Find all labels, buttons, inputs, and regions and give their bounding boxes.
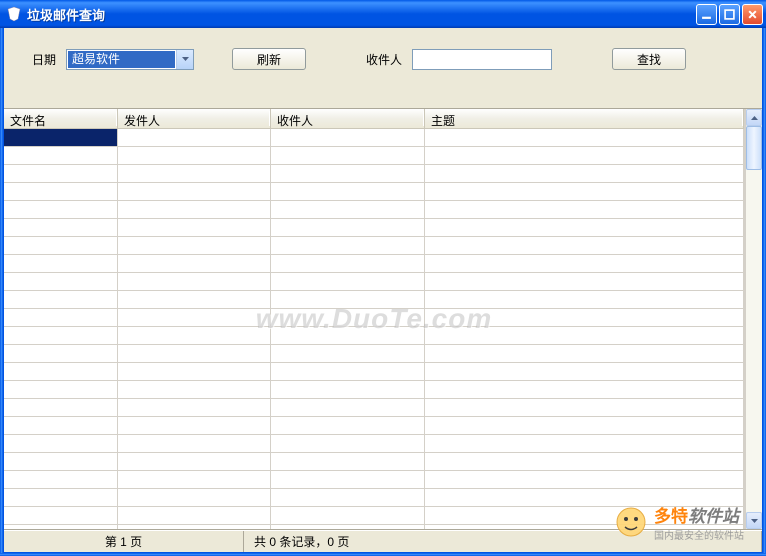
table-row[interactable] bbox=[4, 219, 744, 237]
table-row[interactable] bbox=[4, 453, 744, 471]
data-grid[interactable]: 文件名 发件人 收件人 主题 bbox=[4, 109, 745, 529]
grid-body bbox=[4, 129, 744, 529]
table-row[interactable] bbox=[4, 489, 744, 507]
close-button[interactable] bbox=[742, 4, 763, 25]
table-row[interactable] bbox=[4, 201, 744, 219]
chevron-down-icon bbox=[176, 50, 193, 69]
table-row[interactable] bbox=[4, 165, 744, 183]
column-header-recipient[interactable]: 收件人 bbox=[271, 109, 425, 128]
filter-bar: 日期 超易软件 刷新 收件人 查找 bbox=[4, 28, 762, 86]
table-row[interactable] bbox=[4, 507, 744, 525]
table-row[interactable] bbox=[4, 327, 744, 345]
recipient-input[interactable] bbox=[412, 49, 552, 70]
table-row[interactable] bbox=[4, 309, 744, 327]
search-button[interactable]: 查找 bbox=[612, 48, 686, 70]
recipient-label: 收件人 bbox=[366, 51, 402, 68]
table-row[interactable] bbox=[4, 237, 744, 255]
refresh-button[interactable]: 刷新 bbox=[232, 48, 306, 70]
grid-header: 文件名 发件人 收件人 主题 bbox=[4, 109, 744, 129]
app-icon bbox=[6, 6, 22, 22]
table-row[interactable] bbox=[4, 399, 744, 417]
table-row[interactable] bbox=[4, 129, 744, 147]
status-page: 第 1 页 bbox=[4, 531, 244, 552]
scroll-track[interactable] bbox=[746, 126, 762, 512]
scroll-thumb[interactable] bbox=[746, 126, 762, 170]
table-row[interactable] bbox=[4, 381, 744, 399]
vertical-scrollbar[interactable] bbox=[745, 109, 762, 529]
table-row[interactable] bbox=[4, 435, 744, 453]
column-header-filename[interactable]: 文件名 bbox=[4, 109, 118, 128]
date-combobox-value: 超易软件 bbox=[68, 51, 175, 68]
table-row[interactable] bbox=[4, 363, 744, 381]
table-row[interactable] bbox=[4, 471, 744, 489]
maximize-button[interactable] bbox=[719, 4, 740, 25]
table-cell[interactable] bbox=[118, 129, 271, 146]
table-row[interactable] bbox=[4, 417, 744, 435]
date-combobox[interactable]: 超易软件 bbox=[66, 49, 194, 70]
column-header-subject[interactable]: 主题 bbox=[425, 109, 744, 128]
window-title: 垃圾邮件查询 bbox=[27, 5, 696, 24]
window-controls bbox=[696, 4, 763, 25]
table-row[interactable] bbox=[4, 273, 744, 291]
table-row[interactable] bbox=[4, 183, 744, 201]
table-row[interactable] bbox=[4, 525, 744, 529]
table-row[interactable] bbox=[4, 147, 744, 165]
minimize-button[interactable] bbox=[696, 4, 717, 25]
title-bar: 垃圾邮件查询 bbox=[0, 0, 766, 28]
table-row[interactable] bbox=[4, 345, 744, 363]
table-area: 文件名 发件人 收件人 主题 bbox=[4, 108, 762, 530]
table-row[interactable] bbox=[4, 255, 744, 273]
table-cell[interactable] bbox=[271, 129, 425, 146]
scroll-down-button[interactable] bbox=[746, 512, 762, 529]
status-count: 共 0 条记录，0 页 bbox=[244, 531, 762, 552]
status-bar: 第 1 页 共 0 条记录，0 页 bbox=[4, 530, 762, 552]
selected-cell[interactable] bbox=[4, 129, 118, 146]
table-row[interactable] bbox=[4, 291, 744, 309]
date-label: 日期 bbox=[32, 51, 56, 68]
client-area: 日期 超易软件 刷新 收件人 查找 文件名 发件人 收件人 主题 bbox=[3, 28, 763, 553]
column-header-sender[interactable]: 发件人 bbox=[118, 109, 271, 128]
scroll-up-button[interactable] bbox=[746, 109, 762, 126]
table-cell[interactable] bbox=[425, 129, 744, 146]
